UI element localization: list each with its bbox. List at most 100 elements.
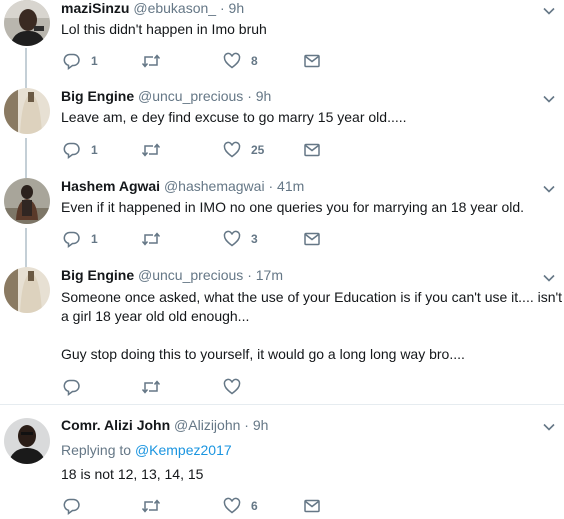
retweet-button[interactable] — [141, 377, 171, 397]
display-name[interactable]: Big Engine — [61, 267, 134, 283]
reply-button[interactable]: 1 — [63, 51, 98, 71]
avatar[interactable] — [4, 418, 50, 464]
tweet-header: Comr. Alizi John @Alizijohn · 9h — [61, 417, 268, 433]
avatar[interactable] — [4, 267, 50, 313]
avatar[interactable] — [4, 178, 50, 224]
reply-button[interactable] — [63, 496, 91, 516]
envelope-icon — [303, 230, 321, 248]
reply-button[interactable]: 1 — [63, 140, 98, 160]
display-name[interactable]: Comr. Alizi John — [61, 417, 170, 433]
like-count: 25 — [251, 143, 265, 157]
retweet-icon — [141, 52, 161, 70]
retweet-icon — [141, 497, 161, 515]
envelope-icon — [303, 52, 321, 70]
timestamp[interactable]: 9h — [253, 417, 269, 433]
like-count: 6 — [251, 499, 258, 513]
avatar[interactable] — [4, 88, 50, 134]
reply-icon — [63, 52, 81, 70]
retweet-button[interactable] — [141, 496, 171, 516]
direct-message-button[interactable] — [303, 51, 321, 71]
divider — [0, 404, 564, 405]
direct-message-button[interactable] — [303, 229, 321, 249]
timestamp[interactable]: 17m — [256, 267, 283, 283]
tweet-text-line: a girl 18 year old old enough... — [61, 308, 250, 324]
tweet-actions — [61, 377, 541, 397]
like-count: 3 — [251, 232, 258, 246]
chevron-down-icon[interactable] — [542, 271, 556, 285]
envelope-icon — [303, 497, 321, 515]
separator-dot: · — [247, 88, 252, 104]
reply-button[interactable]: 1 — [63, 229, 98, 249]
reply-icon — [63, 378, 81, 396]
reply-icon — [63, 230, 81, 248]
chevron-down-icon[interactable] — [542, 4, 556, 18]
display-name[interactable]: Hashem Agwai — [61, 178, 160, 194]
heart-icon — [223, 378, 241, 396]
tweet-actions: 6 — [61, 496, 541, 516]
like-button[interactable]: 25 — [223, 140, 264, 160]
tweet[interactable]: Big Engine @uncu_precious · 17m Someone … — [0, 267, 564, 402]
chevron-down-icon[interactable] — [542, 182, 556, 196]
user-handle[interactable]: @uncu_precious — [138, 267, 243, 283]
separator-dot: · — [219, 0, 225, 16]
like-button[interactable]: 6 — [223, 496, 258, 516]
reply-count: 1 — [91, 232, 98, 246]
heart-icon — [223, 52, 241, 70]
user-handle[interactable]: @hashemagwai — [164, 178, 265, 194]
replying-to: Replying to @Kempez2017 — [61, 441, 556, 460]
tweet[interactable]: maziSinzu @ebukason_ · 9h Lol this didn'… — [0, 0, 564, 80]
tweet[interactable]: Comr. Alizi John @Alizijohn · 9h Replyin… — [0, 415, 564, 519]
like-button[interactable]: 8 — [223, 51, 258, 71]
heart-icon — [223, 497, 241, 515]
reply-icon — [63, 497, 81, 515]
retweet-icon — [141, 141, 161, 159]
retweet-icon — [141, 378, 161, 396]
tweet[interactable]: Hashem Agwai @hashemagwai · 41m Even if … — [0, 178, 564, 258]
direct-message-button[interactable] — [303, 140, 321, 160]
timestamp[interactable]: 9h — [229, 0, 245, 16]
display-name[interactable]: maziSinzu — [61, 0, 129, 16]
user-handle[interactable]: @uncu_precious — [138, 88, 243, 104]
reply-button[interactable] — [63, 377, 91, 397]
chevron-down-icon[interactable] — [542, 92, 556, 106]
tweet-actions: 1 25 — [61, 140, 541, 160]
like-button[interactable] — [223, 377, 251, 397]
retweet-button[interactable] — [141, 140, 171, 160]
avatar[interactable] — [4, 0, 50, 46]
tweet-header: Big Engine @uncu_precious · 9h — [61, 88, 271, 104]
heart-icon — [223, 141, 241, 159]
replying-to-label: Replying to — [61, 442, 132, 458]
tweet-header: maziSinzu @ebukason_ · 9h — [61, 0, 244, 16]
tweet-header: Hashem Agwai @hashemagwai · 41m — [61, 178, 304, 194]
tweet-header: Big Engine @uncu_precious · 17m — [61, 267, 283, 283]
reply-icon — [63, 141, 81, 159]
envelope-icon — [303, 141, 321, 159]
tweet-actions: 1 8 — [61, 51, 541, 71]
tweet-actions: 1 3 — [61, 229, 541, 249]
like-count: 8 — [251, 54, 258, 68]
heart-icon — [223, 230, 241, 248]
tweet-text: Lol this didn't happen in Imo bruh — [61, 21, 267, 37]
tweet-text: Leave am, e dey find excuse to go marry … — [61, 109, 407, 125]
separator-dot: · — [247, 267, 252, 283]
display-name[interactable]: Big Engine — [61, 88, 134, 104]
tweet-text: 18 is not 12, 13, 14, 15 — [61, 466, 204, 482]
reply-count: 1 — [91, 54, 98, 68]
reply-count: 1 — [91, 143, 98, 157]
chevron-down-icon[interactable] — [542, 420, 556, 434]
user-handle[interactable]: @Alizijohn — [174, 417, 240, 433]
separator-dot: · — [244, 417, 249, 433]
retweet-button[interactable] — [141, 51, 171, 71]
replying-to-mention[interactable]: @Kempez2017 — [135, 442, 232, 458]
timestamp[interactable]: 9h — [256, 88, 272, 104]
like-button[interactable]: 3 — [223, 229, 258, 249]
retweet-icon — [141, 230, 161, 248]
retweet-button[interactable] — [141, 229, 171, 249]
tweet-text-line: Someone once asked, what the use of your… — [61, 289, 563, 305]
tweet[interactable]: Big Engine @uncu_precious · 9h Leave am,… — [0, 88, 564, 168]
user-handle[interactable]: @ebukason_ — [133, 0, 216, 16]
tweet-text-line: Guy stop doing this to yourself, it woul… — [61, 346, 465, 362]
direct-message-button[interactable] — [303, 496, 321, 516]
timestamp[interactable]: 41m — [277, 178, 304, 194]
separator-dot: · — [268, 178, 274, 194]
